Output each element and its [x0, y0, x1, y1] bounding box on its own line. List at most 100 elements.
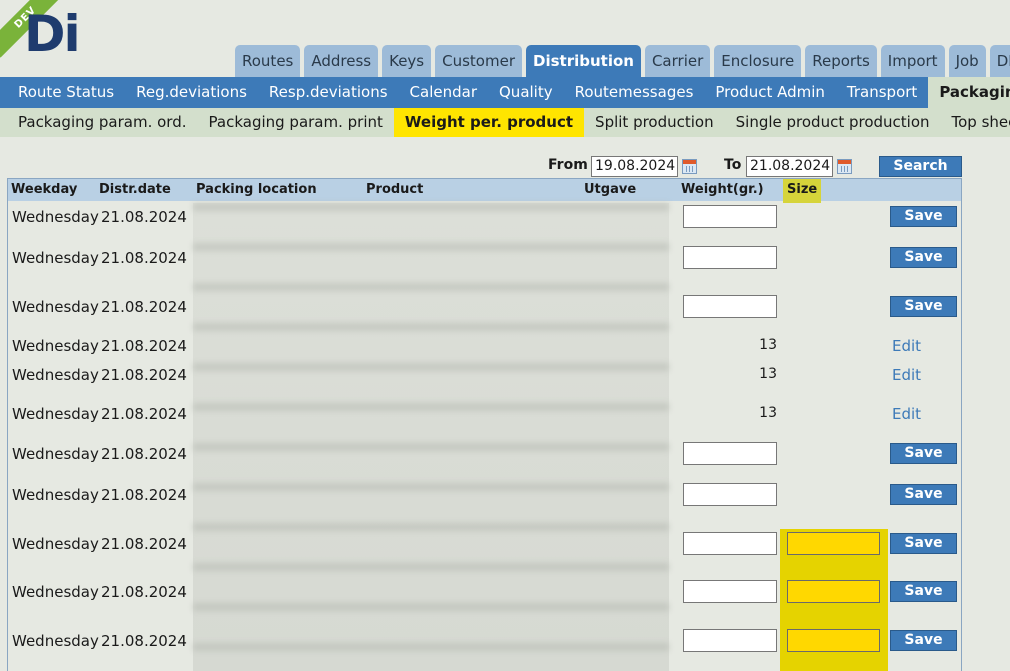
weight-input[interactable]	[683, 532, 777, 555]
weekday-cell: Wednesday	[12, 486, 99, 504]
weight-input[interactable]	[683, 580, 777, 603]
save-button[interactable]: Save	[890, 296, 957, 317]
weight-input[interactable]	[683, 483, 777, 506]
distr-date-cell: 21.08.2024	[101, 632, 187, 650]
col-product: Product	[366, 182, 424, 197]
edit-link[interactable]: Edit	[892, 405, 921, 423]
weight-input[interactable]	[683, 205, 777, 228]
table-row: Wednesday 21.08.2024 13 Edit	[8, 363, 961, 387]
weight-input[interactable]	[683, 295, 777, 318]
size-input[interactable]	[787, 580, 880, 603]
table-row: Wednesday 21.08.2024 Save	[8, 442, 961, 466]
col-weight: Weight(gr.)	[681, 182, 764, 197]
tab-address[interactable]: Address	[304, 45, 379, 77]
subnav-item-packaging-param-ord-[interactable]: Packaging param. ord.	[0, 108, 198, 137]
nav-item-routemessages[interactable]: Routemessages	[564, 77, 705, 108]
tab-enclosure[interactable]: Enclosure	[714, 45, 802, 77]
subnav-item-single-product-production[interactable]: Single product production	[725, 108, 941, 137]
weekday-cell: Wednesday	[12, 405, 99, 423]
nav-item-resp-deviations[interactable]: Resp.deviations	[258, 77, 399, 108]
app-header: DEV Di Routes Address Keys Customer Distribu…	[0, 0, 1010, 77]
weekday-cell: Wednesday	[12, 535, 99, 553]
subnav-item-split-production[interactable]: Split production	[584, 108, 725, 137]
table-row: Wednesday 21.08.2024 Save	[8, 295, 961, 319]
weight-input[interactable]	[683, 246, 777, 269]
tab-reports[interactable]: Reports	[805, 45, 877, 77]
tab-customer[interactable]: Customer	[435, 45, 522, 77]
nav-item-reg-deviations[interactable]: Reg.deviations	[125, 77, 258, 108]
weight-table: Weekday Distr.date Packing location Prod…	[7, 178, 962, 671]
subnav-item-top-sheet-prod[interactable]: Top sheet prod	[941, 108, 1010, 137]
edit-link[interactable]: Edit	[892, 337, 921, 355]
table-row: Wednesday 21.08.2024 Save	[8, 580, 961, 604]
packaging-subnav: Packaging param. ord. Packaging param. pr…	[0, 108, 1010, 137]
size-input[interactable]	[787, 532, 880, 555]
table-header: Weekday Distr.date Packing location Prod…	[8, 179, 961, 203]
distr-date-cell: 21.08.2024	[101, 249, 187, 267]
tab-job[interactable]: Job	[948, 45, 986, 77]
table-row: Wednesday 21.08.2024 Save	[8, 246, 961, 270]
col-size: Size	[783, 179, 822, 203]
search-button[interactable]: Search	[879, 156, 962, 177]
table-row: Wednesday 21.08.2024 Save	[8, 532, 961, 556]
logo-text: Di	[24, 5, 81, 63]
tab-import[interactable]: Import	[880, 45, 945, 77]
col-distr-date: Distr.date	[99, 182, 171, 197]
tab-routes[interactable]: Routes	[235, 45, 301, 77]
app-logo[interactable]: DEV Di	[0, 0, 90, 70]
save-button[interactable]: Save	[890, 484, 957, 505]
save-button[interactable]: Save	[890, 630, 957, 651]
subnav-item-weight-per-product[interactable]: Weight per. product	[393, 108, 585, 137]
nav-item-product-admin[interactable]: Product Admin	[704, 77, 836, 108]
tab-di[interactable]: DI	[989, 45, 1010, 77]
table-row: Wednesday 21.08.2024 13 Edit	[8, 334, 961, 358]
weekday-cell: Wednesday	[12, 632, 99, 650]
table-row: Wednesday 21.08.2024 Save	[8, 629, 961, 653]
col-weekday: Weekday	[11, 182, 78, 197]
from-calendar-icon[interactable]	[682, 159, 697, 174]
weekday-cell: Wednesday	[12, 208, 99, 226]
save-button[interactable]: Save	[890, 533, 957, 554]
distr-date-cell: 21.08.2024	[101, 337, 187, 355]
distr-date-cell: 21.08.2024	[101, 366, 187, 384]
nav-item-quality[interactable]: Quality	[488, 77, 564, 108]
save-button[interactable]: Save	[890, 206, 957, 227]
weekday-cell: Wednesday	[12, 583, 99, 601]
nav-item-packaging[interactable]: Packaging	[928, 77, 1010, 108]
size-input[interactable]	[787, 629, 880, 652]
from-date-input[interactable]: 19.08.2024	[591, 156, 678, 177]
tab-keys[interactable]: Keys	[382, 45, 432, 77]
weekday-cell: Wednesday	[12, 337, 99, 355]
save-button[interactable]: Save	[890, 247, 957, 268]
nav-item-calendar[interactable]: Calendar	[399, 77, 488, 108]
weight-value: 13	[759, 366, 777, 382]
subnav-item-packaging-param-print[interactable]: Packaging param. print	[198, 108, 394, 137]
to-date-input[interactable]: 21.08.2024	[746, 156, 833, 177]
from-label: From	[548, 157, 588, 173]
table-row: Wednesday 21.08.2024 Save	[8, 205, 961, 229]
save-button[interactable]: Save	[890, 443, 957, 464]
distr-date-cell: 21.08.2024	[101, 208, 187, 226]
table-row: Wednesday 21.08.2024 Save	[8, 483, 961, 507]
weekday-cell: Wednesday	[12, 298, 99, 316]
weight-input[interactable]	[683, 629, 777, 652]
distr-date-cell: 21.08.2024	[101, 535, 187, 553]
to-label: To	[724, 157, 742, 173]
distr-date-cell: 21.08.2024	[101, 445, 187, 463]
save-button[interactable]: Save	[890, 581, 957, 602]
edit-link[interactable]: Edit	[892, 366, 921, 384]
nav-item-transport[interactable]: Transport	[836, 77, 928, 108]
col-utgave: Utgave	[584, 182, 637, 197]
distr-date-cell: 21.08.2024	[101, 298, 187, 316]
weekday-cell: Wednesday	[12, 249, 99, 267]
weekday-cell: Wednesday	[12, 366, 99, 384]
nav-item-route-status[interactable]: Route Status	[0, 77, 125, 108]
table-row: Wednesday 21.08.2024 13 Edit	[8, 402, 961, 426]
distr-date-cell: 21.08.2024	[101, 405, 187, 423]
to-calendar-icon[interactable]	[837, 159, 852, 174]
tab-distribution[interactable]: Distribution	[526, 45, 641, 77]
weekday-cell: Wednesday	[12, 445, 99, 463]
distr-date-cell: 21.08.2024	[101, 583, 187, 601]
weight-input[interactable]	[683, 442, 777, 465]
tab-carrier[interactable]: Carrier	[644, 45, 711, 77]
